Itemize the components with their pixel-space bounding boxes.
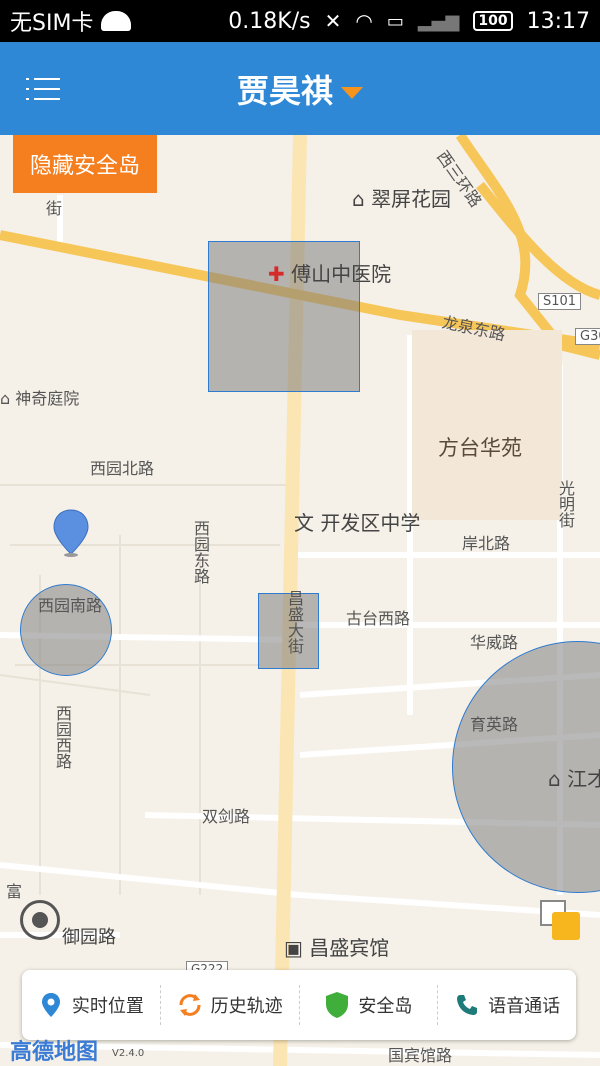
bottom-toolbar: 实时位置 历史轨迹 安全岛 语音通话: [22, 970, 576, 1040]
page-title: 贾昊祺: [236, 72, 333, 110]
poi-icon: ⌂: [352, 187, 365, 211]
locate-me-icon[interactable]: [20, 900, 60, 940]
map-view[interactable]: 西三环路 街 ⌂ 翠屏花园 S101 G30 ✚ 傅山中医院 龙泉东路 ⌂ 神奇…: [0, 135, 600, 1066]
road-label: 古台西路: [346, 609, 411, 628]
signal-icon: ▂▄▆: [417, 10, 460, 32]
poi-icon: ⌂: [548, 767, 561, 791]
poi-hotel: ▣ 昌盛宾馆: [284, 936, 390, 960]
app-header: 贾昊祺: [0, 42, 600, 135]
road-label: 御园路: [62, 927, 116, 948]
realtime-location-button[interactable]: 实时位置: [22, 992, 160, 1018]
road-label: 昌盛大街: [285, 590, 304, 654]
road-label: 光明街: [556, 480, 575, 528]
road-label: 街: [46, 199, 63, 218]
road-label: 国宾馆路: [388, 1046, 453, 1065]
caret-down-icon: [341, 87, 363, 99]
school-icon: 文: [294, 511, 314, 535]
road-label: 西园北路: [90, 459, 155, 478]
poi-school: 文 开发区中学: [294, 511, 421, 535]
carrier-text: 无SIM卡: [10, 11, 94, 36]
android-icon: [101, 11, 132, 31]
poi-icon: ⌂: [0, 389, 11, 408]
poi-hospital: ✚ 傅山中医院: [268, 262, 392, 286]
shield-icon: [324, 992, 350, 1018]
history-track-label: 历史轨迹: [210, 996, 283, 1017]
layer-front: [552, 912, 580, 940]
safe-island-button[interactable]: 安全岛: [300, 992, 438, 1018]
sim-icon: ▭: [386, 10, 404, 32]
road-label: 双剑路: [202, 807, 251, 826]
battery-icon: 100: [473, 11, 513, 31]
road-label: 富: [3, 883, 22, 899]
version-text: V2.4.0: [112, 1048, 145, 1059]
road-label: 西园东路: [191, 520, 210, 584]
amap-logo: 高德地图: [10, 1040, 99, 1065]
clock: 13:17: [526, 8, 590, 34]
realtime-location-label: 实时位置: [71, 996, 144, 1017]
road-label: 岸北路: [462, 534, 511, 553]
road-label: 西园西路: [53, 705, 72, 769]
safe-island-label: 安全岛: [358, 996, 413, 1017]
hospital-icon: ✚: [268, 262, 285, 286]
layers-icon[interactable]: [540, 900, 582, 942]
poi-label: ⌂ 神奇庭院: [0, 389, 80, 408]
voice-call-button[interactable]: 语音通话: [438, 992, 576, 1018]
phone-icon: [454, 992, 480, 1018]
location-pin-icon: [38, 992, 64, 1018]
network-speed: 0.18K/s: [228, 8, 311, 34]
district-label: 方台华苑: [438, 436, 522, 460]
wifi-icon: ◠: [355, 9, 373, 33]
poi-label: ⌂ 江才: [548, 767, 600, 791]
hotel-icon: ▣: [284, 936, 303, 960]
location-pin-icon[interactable]: [52, 508, 90, 558]
road-label: 西园南路: [38, 596, 103, 615]
road-label: S101: [538, 293, 582, 310]
mute-icon: ✕: [324, 9, 342, 33]
refresh-icon: [177, 992, 203, 1018]
hide-safe-island-button[interactable]: 隐藏安全岛: [13, 135, 157, 193]
history-track-button[interactable]: 历史轨迹: [161, 992, 299, 1018]
status-bar: 无SIM卡 0.18K/s ✕ ◠ ▭ ▂▄▆ 100 13:17: [0, 0, 600, 42]
child-selector[interactable]: 贾昊祺: [0, 66, 600, 112]
road-label: 育英路: [470, 715, 519, 734]
voice-call-label: 语音通话: [488, 996, 561, 1017]
road-label: 华威路: [470, 633, 519, 652]
road-label: G30: [575, 328, 600, 345]
poi-label: ⌂ 翠屏花园: [352, 187, 452, 211]
